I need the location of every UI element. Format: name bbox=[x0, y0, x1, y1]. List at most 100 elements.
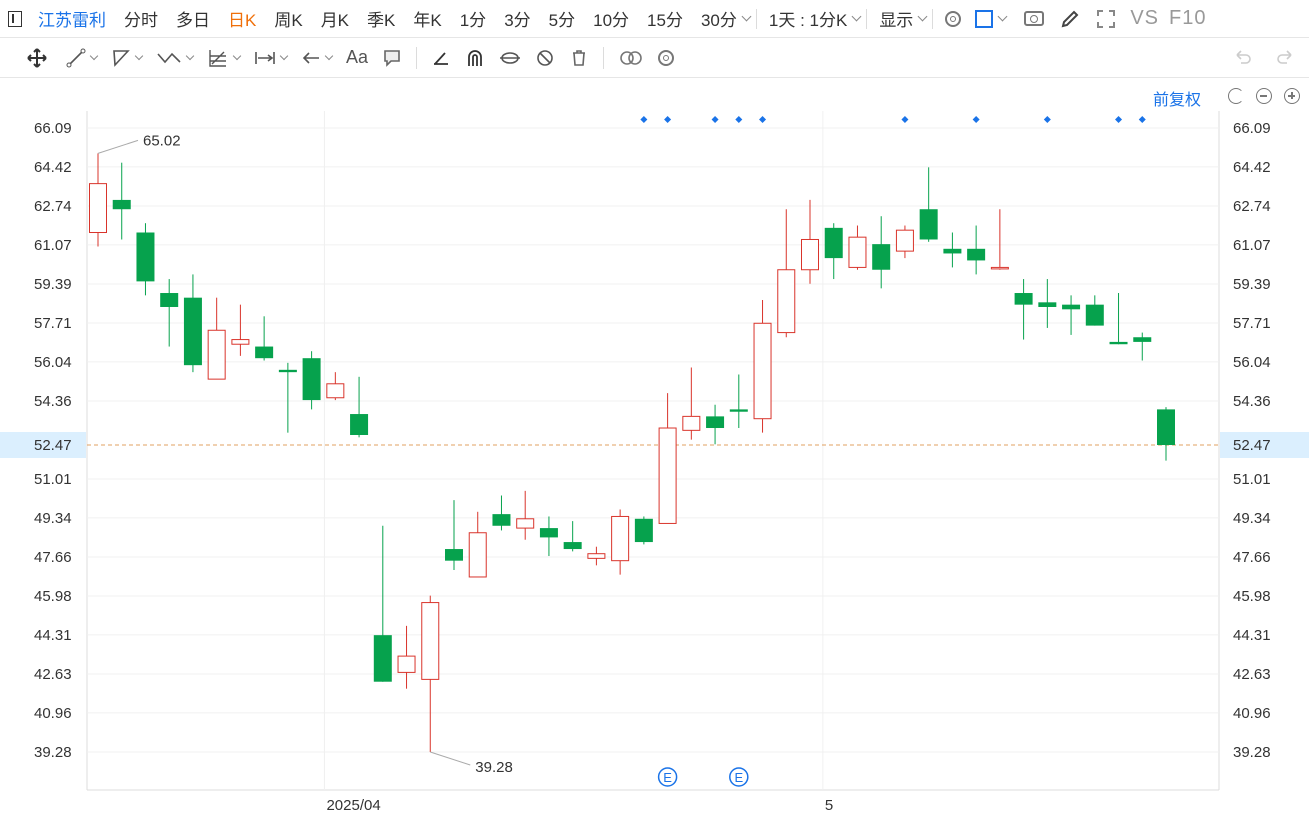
y-tick-label: 49.34 bbox=[34, 510, 72, 527]
y-tick-label: 59.39 bbox=[34, 276, 72, 293]
candle-body bbox=[1109, 341, 1128, 345]
candle-body bbox=[587, 553, 606, 559]
candle-body bbox=[350, 414, 369, 435]
candle-body bbox=[445, 549, 463, 561]
y-tick-label: 66.09 bbox=[34, 120, 72, 137]
x-tick-label: 5 bbox=[825, 797, 833, 814]
candle-body bbox=[706, 416, 725, 429]
y-tick-label: 64.42 bbox=[34, 159, 72, 176]
candle-body bbox=[421, 602, 440, 680]
candle-body bbox=[848, 236, 867, 268]
candle-body bbox=[112, 199, 131, 210]
candle-body bbox=[801, 238, 819, 271]
candle-body bbox=[658, 427, 677, 524]
y-tick-label: 57.71 bbox=[1233, 315, 1271, 332]
y-tick-label: 49.34 bbox=[1233, 510, 1271, 527]
y-tick-label: 42.63 bbox=[34, 666, 72, 683]
y-tick-label: 54.36 bbox=[34, 393, 72, 410]
y-tick-label: 51.01 bbox=[1233, 471, 1271, 488]
candle-body bbox=[326, 383, 345, 399]
y-tick-label: 40.96 bbox=[34, 705, 72, 722]
candle-body bbox=[183, 297, 202, 366]
y-tick-label: 59.39 bbox=[1233, 276, 1271, 293]
candle-body bbox=[231, 339, 250, 345]
event-marker-dot bbox=[664, 116, 672, 123]
candle-body bbox=[1062, 304, 1081, 310]
reset-zoom-icon[interactable] bbox=[1228, 88, 1244, 104]
candle-body bbox=[990, 266, 1009, 270]
candle-body bbox=[278, 369, 297, 373]
candle-body bbox=[895, 229, 914, 252]
y-tick-label: 56.04 bbox=[1233, 354, 1271, 371]
y-tick-label: 54.36 bbox=[1233, 393, 1271, 410]
event-marker-dot bbox=[1115, 116, 1123, 123]
candle-body bbox=[89, 183, 107, 234]
y-tick-label: 62.74 bbox=[34, 198, 72, 215]
event-marker-dot bbox=[901, 116, 909, 123]
zoom-out-icon[interactable] bbox=[1256, 88, 1272, 104]
candle-body bbox=[563, 542, 582, 550]
candle-body bbox=[872, 244, 891, 270]
y-tick-label: 56.04 bbox=[34, 354, 72, 371]
y-tick-label: 45.98 bbox=[34, 588, 72, 605]
candle-body bbox=[753, 322, 772, 420]
candle-body bbox=[160, 293, 179, 307]
max-leader-line bbox=[97, 139, 139, 154]
candle-body bbox=[943, 248, 962, 254]
y-tick-label: 57.71 bbox=[34, 315, 72, 332]
current-price-label: 52.47 bbox=[1233, 437, 1271, 454]
zoom-in-icon[interactable] bbox=[1284, 88, 1300, 104]
candle-body bbox=[967, 248, 986, 261]
y-tick-label: 62.74 bbox=[1233, 198, 1271, 215]
y-tick-label: 47.66 bbox=[1233, 549, 1271, 566]
y-tick-label: 61.07 bbox=[1233, 237, 1271, 254]
current-price-label: 52.47 bbox=[34, 437, 72, 454]
candle-body bbox=[824, 227, 843, 259]
y-tick-label: 39.28 bbox=[1233, 744, 1271, 761]
candle-body bbox=[729, 409, 748, 412]
max-price-label: 65.02 bbox=[143, 132, 181, 149]
candle-body bbox=[611, 515, 630, 562]
y-tick-label: 44.31 bbox=[34, 627, 72, 644]
y-tick-label: 39.28 bbox=[34, 744, 72, 761]
event-marker-dot bbox=[759, 116, 767, 123]
min-leader-line bbox=[430, 751, 471, 766]
candle-body bbox=[468, 532, 487, 578]
y-tick-label: 64.42 bbox=[1233, 159, 1271, 176]
y-tick-label: 44.31 bbox=[1233, 627, 1271, 644]
candle-body bbox=[1014, 293, 1033, 305]
adjust-mode-button[interactable]: 前复权 bbox=[1153, 86, 1201, 110]
y-tick-label: 40.96 bbox=[1233, 705, 1271, 722]
candle-body bbox=[516, 518, 535, 529]
candle-body bbox=[539, 528, 558, 538]
y-tick-label: 45.98 bbox=[1233, 588, 1271, 605]
candle-body bbox=[634, 518, 653, 543]
candle-body bbox=[255, 346, 274, 359]
y-tick-label: 66.09 bbox=[1233, 120, 1271, 137]
candle-body bbox=[1157, 409, 1175, 446]
candle-body bbox=[397, 655, 416, 673]
candle-body bbox=[136, 232, 155, 282]
candle-body bbox=[302, 358, 321, 401]
event-marker-dot bbox=[640, 116, 648, 123]
candle-body bbox=[777, 269, 796, 334]
y-tick-label: 42.63 bbox=[1233, 666, 1271, 683]
min-price-label: 39.28 bbox=[475, 759, 513, 776]
y-tick-label: 51.01 bbox=[34, 471, 72, 488]
y-tick-label: 61.07 bbox=[34, 237, 72, 254]
x-tick-label: 2025/04 bbox=[326, 797, 380, 814]
candle-body bbox=[373, 635, 392, 682]
event-marker-dot bbox=[1043, 116, 1051, 123]
event-marker-dot bbox=[972, 116, 980, 123]
y-tick-label: 47.66 bbox=[34, 549, 72, 566]
candlestick-chart[interactable]: 66.09 66.09 64.42 64.42 62.74 62.74 61.07 61.07… bbox=[0, 0, 1309, 832]
event-marker-dot bbox=[711, 116, 719, 123]
event-e-label: E bbox=[663, 770, 672, 785]
candle-body bbox=[919, 209, 938, 240]
event-e-label: E bbox=[734, 770, 743, 785]
candle-body bbox=[682, 415, 701, 431]
candle-body bbox=[1085, 304, 1104, 326]
event-marker-dot bbox=[1138, 116, 1146, 123]
candle-body bbox=[1133, 337, 1152, 342]
event-marker-dot bbox=[735, 116, 743, 123]
